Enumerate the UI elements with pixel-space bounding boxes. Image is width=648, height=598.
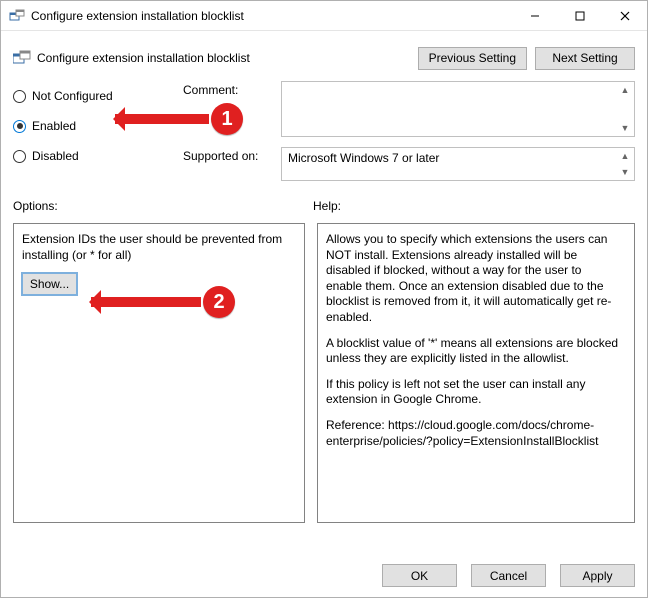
radio-icon bbox=[13, 90, 26, 103]
radio-label: Not Configured bbox=[32, 89, 113, 103]
comment-label: Comment: bbox=[183, 81, 271, 97]
minimize-button[interactable] bbox=[512, 1, 557, 30]
ok-button[interactable]: OK bbox=[382, 564, 457, 587]
annotation-2-label: 2 bbox=[203, 286, 235, 318]
scroll-down-icon[interactable]: ▼ bbox=[618, 165, 632, 179]
cancel-button[interactable]: Cancel bbox=[471, 564, 546, 587]
help-paragraph: Allows you to specify which extensions t… bbox=[326, 232, 620, 326]
help-paragraph: Reference: https://cloud.google.com/docs… bbox=[326, 418, 620, 449]
annotation-1: 1 bbox=[211, 103, 243, 135]
scroll-up-icon[interactable]: ▲ bbox=[618, 83, 632, 97]
show-button[interactable]: Show... bbox=[22, 273, 77, 295]
scroll-down-icon[interactable]: ▼ bbox=[618, 121, 632, 135]
radio-disabled[interactable]: Disabled bbox=[13, 143, 183, 169]
help-panel: Allows you to specify which extensions t… bbox=[317, 223, 635, 523]
help-paragraph: A blocklist value of '*' means all exten… bbox=[326, 336, 620, 367]
scroll-up-icon[interactable]: ▲ bbox=[618, 149, 632, 163]
radio-label: Disabled bbox=[32, 149, 79, 163]
supported-label: Supported on: bbox=[183, 147, 271, 163]
radio-label: Enabled bbox=[32, 119, 76, 133]
options-text: Extension IDs the user should be prevent… bbox=[22, 232, 296, 263]
titlebar: Configure extension installation blockli… bbox=[1, 1, 647, 31]
window-title: Configure extension installation blockli… bbox=[31, 9, 512, 23]
window-icon bbox=[9, 8, 25, 24]
apply-button[interactable]: Apply bbox=[560, 564, 635, 587]
comment-field[interactable]: ▲ ▼ bbox=[281, 81, 635, 137]
annotation-2: 2 bbox=[203, 286, 235, 318]
annotation-1-label: 1 bbox=[211, 103, 243, 135]
help-label: Help: bbox=[313, 199, 635, 213]
policy-title: Configure extension installation blockli… bbox=[37, 51, 250, 65]
config-row: Not Configured Enabled Disabled Comment:… bbox=[13, 81, 635, 181]
next-setting-button[interactable]: Next Setting bbox=[535, 47, 635, 70]
radio-not-configured[interactable]: Not Configured bbox=[13, 83, 183, 109]
help-paragraph: If this policy is left not set the user … bbox=[326, 377, 620, 408]
radio-icon bbox=[13, 120, 26, 133]
policy-icon bbox=[13, 50, 31, 66]
header-row: Configure extension installation blockli… bbox=[13, 41, 635, 75]
supported-value: Microsoft Windows 7 or later bbox=[288, 151, 439, 165]
supported-field: Microsoft Windows 7 or later ▲ ▼ bbox=[281, 147, 635, 181]
dialog-buttons: OK Cancel Apply bbox=[374, 564, 635, 587]
options-panel: Extension IDs the user should be prevent… bbox=[13, 223, 305, 523]
previous-setting-button[interactable]: Previous Setting bbox=[418, 47, 527, 70]
maximize-button[interactable] bbox=[557, 1, 602, 30]
close-button[interactable] bbox=[602, 1, 647, 30]
options-label: Options: bbox=[13, 199, 313, 213]
radio-icon bbox=[13, 150, 26, 163]
